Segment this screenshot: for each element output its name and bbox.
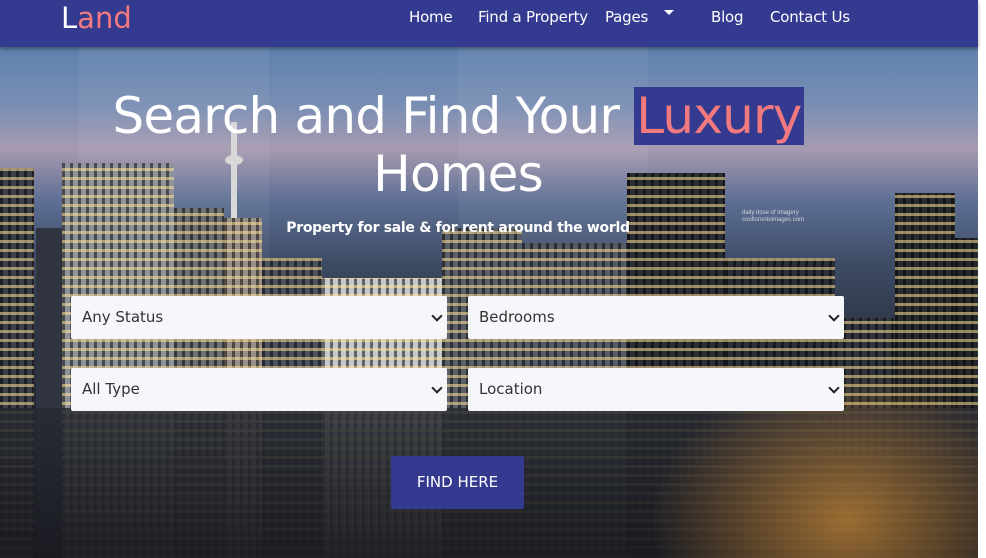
location-select-value: Location [479,380,543,398]
chevron-down-icon [828,382,840,394]
status-select-value: Any Status [82,308,164,326]
nav-home[interactable]: Home [409,8,453,26]
hero-title: Search and Find Your Luxury Homes [0,87,916,203]
bedrooms-select-value: Bedrooms [479,308,555,326]
bedrooms-select[interactable]: Bedrooms [468,296,844,339]
type-select[interactable]: All Type [71,368,447,411]
location-select[interactable]: Location [468,368,844,411]
chevron-down-icon[interactable] [664,10,674,15]
top-navbar: Land Home Find a Property Pages Blog Con… [0,0,978,47]
logo-letter: L [61,1,78,35]
status-select[interactable]: Any Status [71,296,447,339]
hero-title-accent: Luxury [634,87,804,145]
chevron-down-icon [431,310,443,322]
chevron-down-icon [828,310,840,322]
logo[interactable]: Land [61,2,132,34]
type-select-value: All Type [82,380,140,398]
nav-blog[interactable]: Blog [711,8,744,26]
hero-title-text: Search and Find Your [112,87,635,145]
nav-contact[interactable]: Contact Us [770,8,850,26]
nav-find-property[interactable]: Find a Property [478,8,588,26]
hero-subtitle: Property for sale & for rent around the … [286,220,630,236]
chevron-down-icon [431,382,443,394]
logo-text: and [77,1,132,35]
hero-section: daily dose of imagery cooltorontoimages.… [0,47,978,558]
hero-title-text-line2: Homes [373,145,544,203]
nav-pages[interactable]: Pages [605,8,648,26]
find-here-button[interactable]: FIND HERE [391,456,524,509]
